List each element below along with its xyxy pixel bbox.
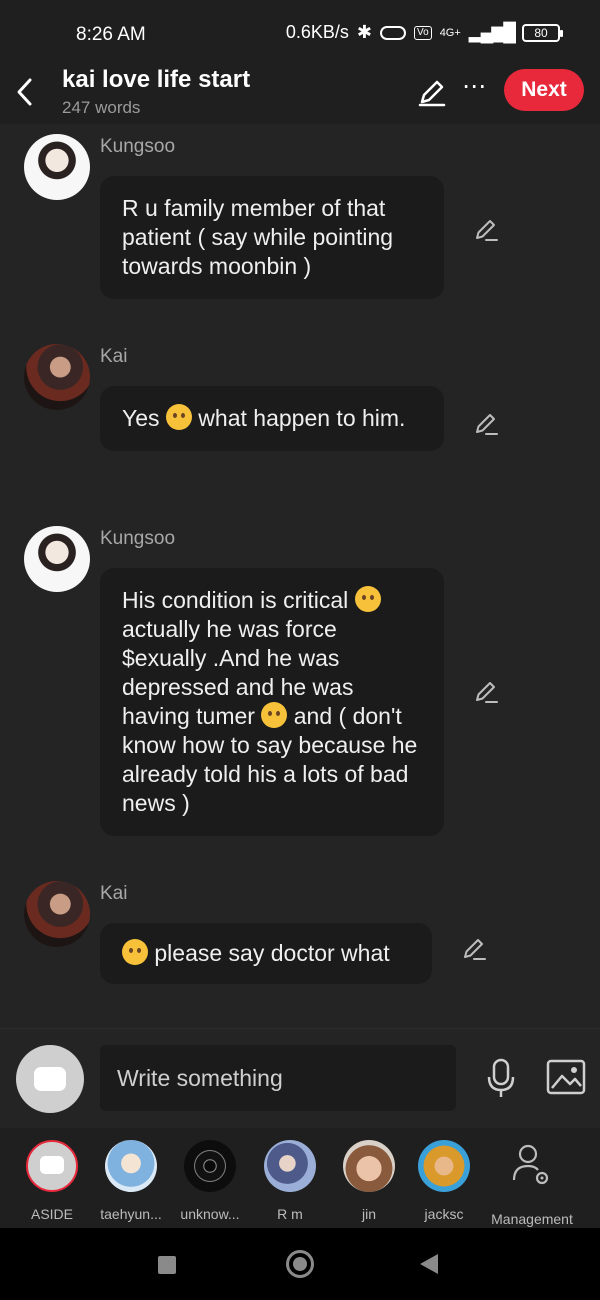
home-icon[interactable] [286,1250,314,1278]
composer-bar [0,1028,600,1128]
avatar [343,1140,395,1192]
slight-smile-emoji-icon [261,702,288,728]
volte-icon: Vo [414,25,432,40]
sender-name: Kai [100,346,128,367]
signal-bars-icon: ▂▄▆█ [468,22,516,42]
system-nav-bar [0,1228,600,1300]
character-name: jacksc [424,1206,464,1222]
message-text: please say doctor what [148,940,390,966]
character-name: unknow... [180,1206,240,1222]
status-bar: 8:26 AM 0.6KB/s ✱ Vo 4G+ ▂▄▆█ 80 [0,0,600,62]
character-jackson[interactable]: jacksc [402,1140,486,1222]
message-text: His condition is critical [122,587,355,613]
message-bubble[interactable]: R u family member of that patient ( say … [100,176,444,299]
user-settings-icon [512,1144,549,1185]
back-arrow-icon[interactable] [12,72,40,112]
sender-name: Kungsoo [100,528,176,549]
slight-smile-emoji-icon [354,586,381,612]
avatar [184,1140,236,1192]
message-bubble[interactable]: Yes what happen to him. [100,386,444,451]
chat-area: Kungsoo R u family member of that patien… [0,124,600,1028]
edit-message-icon[interactable] [472,410,500,438]
character-bar: ASIDE taehyun... unknow... R m jin jacks… [0,1128,600,1228]
character-unknown[interactable]: unknow... [168,1140,252,1222]
message-text: Yes [122,405,166,431]
character-taehyun[interactable]: taehyun... [89,1140,173,1222]
aside-icon [26,1140,78,1192]
character-jin[interactable]: jin [327,1140,411,1222]
header: kai love life start 247 words ⋯ Next [0,62,600,124]
signal-label: 4G+ [439,26,461,39]
message-bubble[interactable]: please say doctor what [100,923,432,984]
character-name: Management [491,1211,573,1227]
next-button[interactable]: Next [504,69,584,111]
character-aside[interactable]: ASIDE [10,1140,94,1222]
character-name: ASIDE [30,1206,73,1222]
message-bubble[interactable]: His condition is critical actually he wa… [100,568,444,836]
avatar[interactable] [24,344,90,410]
status-indicators: 0.6KB/s ✱ Vo 4G+ ▂▄▆█ 80 [285,22,563,43]
avatar [418,1140,470,1192]
back-icon[interactable] [420,1254,438,1274]
recents-icon[interactable] [158,1256,176,1274]
character-rm[interactable]: R m [248,1140,332,1222]
avatar[interactable] [24,526,90,592]
sender-name: Kungsoo [100,136,176,157]
avatar[interactable] [24,134,90,200]
message-text: what happen to him. [191,405,406,431]
word-count: 247 words [62,98,141,117]
character-name: R m [277,1206,303,1222]
status-time: 8:26 AM [76,24,146,45]
network-speed: 0.6KB/s [285,22,349,42]
edit-message-icon[interactable] [460,935,488,963]
message-input[interactable] [100,1045,456,1111]
more-options-icon[interactable]: ⋯ [460,72,488,104]
bluetooth-icon: ✱ [356,22,372,42]
edit-title-icon[interactable] [416,76,448,108]
story-title: kai love life start [62,66,251,93]
sender-name: Kai [100,883,128,904]
avatar [105,1140,157,1192]
avatar [264,1140,316,1192]
link-icon [380,25,406,40]
worried-face-emoji-icon [122,939,148,965]
avatar[interactable] [24,881,90,947]
microphone-icon[interactable] [484,1057,518,1099]
crying-face-emoji-icon [165,404,192,430]
aside-toggle-button[interactable] [16,1045,84,1113]
character-name: jin [361,1206,376,1222]
edit-message-icon[interactable] [472,678,500,706]
management-button[interactable]: Management [488,1140,576,1227]
message-text: R u family member of that patient ( say … [122,195,394,279]
battery-icon: 80 [522,23,563,42]
edit-message-icon[interactable] [472,216,500,244]
character-name: taehyun... [100,1206,162,1222]
image-icon[interactable] [546,1059,586,1095]
